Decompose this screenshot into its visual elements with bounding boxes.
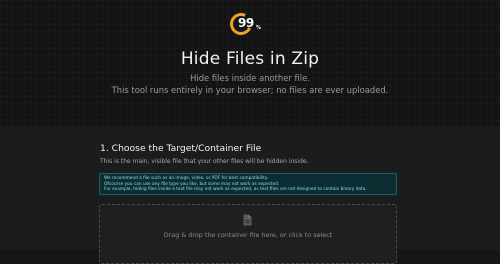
- container-file-dropzone[interactable]: Drag & drop the container file here, or …: [99, 204, 397, 264]
- page-subtitle-line2: This tool runs entirely in your browser;…: [111, 85, 389, 95]
- step1-title: 1. Choose the Target/Container File: [100, 143, 262, 154]
- compatibility-notice: We recommend a file such as an image, vi…: [99, 173, 397, 195]
- page-title: Hide Files in Zip: [180, 49, 320, 69]
- dropzone-label: Drag & drop the container file here, or …: [163, 231, 333, 239]
- logo-mark: 99: [238, 16, 254, 30]
- page-subtitle-line1: Hide files inside another file.: [190, 73, 310, 83]
- step1-description: This is the main, visible file that your…: [100, 158, 309, 165]
- logo-suffix: %: [256, 25, 262, 31]
- hero-header: 99 % Hide Files in Zip Hide files inside…: [0, 0, 500, 127]
- site-logo[interactable]: 99 %: [226, 9, 267, 42]
- notice-line: For example, hiding files inside a text …: [104, 187, 367, 193]
- file-icon: [243, 214, 252, 226]
